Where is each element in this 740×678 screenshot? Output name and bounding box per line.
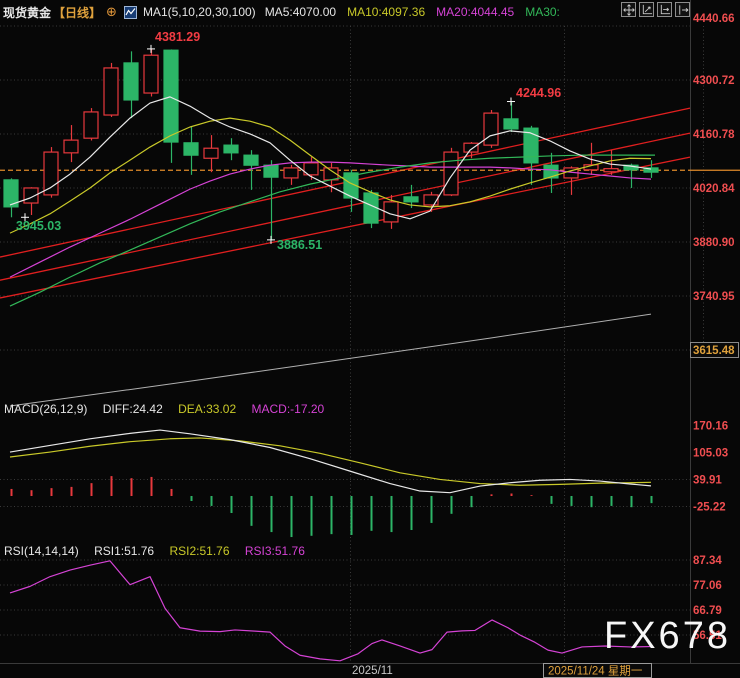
ma20-value: MA20:4044.45 <box>436 5 515 19</box>
candle <box>163 49 179 143</box>
ma-settings-label: MA1(5,10,20,30,100) <box>142 5 256 19</box>
y-axis-label: 4160.78 <box>693 129 735 141</box>
candle <box>63 139 79 154</box>
rsi2-value: RSI2:51.76 <box>169 544 230 558</box>
candle <box>223 144 239 154</box>
chart-toolbar <box>621 2 690 17</box>
candle <box>283 167 299 179</box>
price-marker-label: 4381.29 <box>155 30 200 44</box>
rsi-title: RSI(14,14,14) <box>4 544 79 558</box>
candle <box>83 111 99 139</box>
candle <box>263 164 279 178</box>
macd-axis-label: 105.03 <box>693 447 728 459</box>
rsi-axis-label: 77.06 <box>693 580 722 592</box>
ma5-value: MA5:4070.00 <box>264 5 337 19</box>
macd-macd-value: MACD:-17.20 <box>251 402 325 416</box>
y-axis-label: 3880.90 <box>693 237 735 249</box>
rsi-label-row: RSI(14,14,14) RSI1:51.76 RSI2:51.76 RSI3… <box>4 544 317 558</box>
candle <box>543 164 559 179</box>
macd-axis-label: -25.22 <box>693 501 726 513</box>
chart-style-icon[interactable] <box>123 5 137 19</box>
rsi3-value: RSI3:51.76 <box>244 544 305 558</box>
trading-chart-window: 4381.29 4244.96 3945.03 3886.51 4440.66 4300.… <box>0 0 740 678</box>
rsi-line <box>9 560 652 662</box>
scale-y-axis-icon[interactable] <box>639 2 654 17</box>
candle <box>423 194 439 206</box>
price-marker-label: 4244.96 <box>516 86 561 100</box>
candle <box>603 168 619 173</box>
rsi1-value: RSI1:51.76 <box>94 544 155 558</box>
y-axis-label: 3740.95 <box>693 291 735 303</box>
current-date-label: 2025/11/24 星期一 <box>548 665 643 678</box>
macd-title: MACD(26,12,9) <box>4 402 88 416</box>
candle <box>183 142 199 156</box>
candle <box>443 151 459 196</box>
macd-axis-label: 170.16 <box>693 420 728 432</box>
macd-diff-line <box>9 429 652 494</box>
price-marker-label: 3886.51 <box>277 238 322 252</box>
timeframe-label: 【日线】 <box>53 5 102 20</box>
boxed-axis-label: 3615.48 <box>693 345 735 357</box>
candle <box>103 67 119 116</box>
x-axis-label: 2025/11 <box>352 665 393 677</box>
symbol-name: 现货黄金 <box>3 5 52 20</box>
macd-dea-value: DEA:33.02 <box>178 402 237 416</box>
macd-label-row: MACD(26,12,9) DIFF:24.42 DEA:33.02 MACD:… <box>4 402 336 416</box>
macd-dea-line <box>9 437 652 486</box>
y-axis-label: 4020.84 <box>693 183 735 195</box>
add-indicator-icon[interactable]: ⊕ <box>106 4 117 20</box>
candle <box>243 154 259 166</box>
candle <box>463 142 479 153</box>
y-axis-label: 4300.72 <box>693 75 735 87</box>
candle <box>123 62 139 101</box>
rsi-axis-label: 87.34 <box>693 555 722 567</box>
collapse-panel-icon[interactable] <box>675 2 690 17</box>
scale-x-axis-icon[interactable] <box>657 2 672 17</box>
fx678-watermark: FX678 <box>604 615 731 657</box>
candle <box>503 118 519 130</box>
macd-axis-label: 39.91 <box>693 474 722 486</box>
ma100-line <box>9 313 652 407</box>
candle <box>203 147 219 159</box>
candle <box>143 54 159 94</box>
chart-canvas[interactable]: 4381.294244.963945.033886.514440.664300.… <box>0 0 740 678</box>
ma10-value: MA10:4097.36 <box>347 5 426 19</box>
candle <box>483 112 499 146</box>
ma30-value: MA30: <box>525 5 560 19</box>
price-marker-label: 3945.03 <box>16 219 61 233</box>
macd-diff-value: DIFF:24.42 <box>102 402 163 416</box>
candle <box>43 151 59 196</box>
candle <box>403 196 419 203</box>
pan-icon[interactable] <box>621 2 636 17</box>
